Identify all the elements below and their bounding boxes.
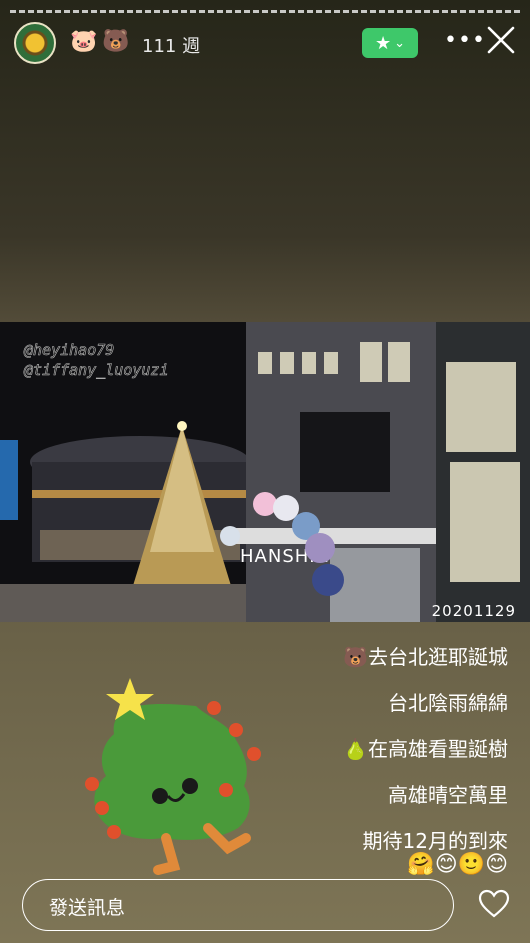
caption-emojis: 🤗😊🙂😊 [407,852,508,877]
story-header: 🐷 🐻 111 週 ★ ⌄ ••• [14,22,516,66]
chevron-down-icon: ⌄ [394,35,406,51]
reply-input[interactable]: 發送訊息 [22,879,454,931]
christmas-tree-sticker[interactable] [78,678,268,878]
profile-avatar[interactable] [14,22,56,64]
pig-emoji: 🐷 [70,29,98,54]
story-age: 111 週 [142,36,201,57]
watermark-handle-2: @tiffany_luoyuzi [24,361,169,380]
bear-emoji: 🐻 [102,29,130,54]
close-icon[interactable] [486,25,516,55]
story-progress-bar [10,10,520,13]
close-friends-button[interactable]: ★ ⌄ [362,28,418,58]
photo-watermark: @heyihao79 @tiffany_luoyuzi [24,340,169,380]
watermark-handle-1: @heyihao79 [24,341,115,360]
photo-date-stamp: 20201129 [431,602,516,620]
star-icon: ★ [374,32,392,54]
more-options-button[interactable]: ••• [444,28,486,53]
reply-placeholder: 發送訊息 [49,897,126,919]
heart-icon[interactable] [478,888,510,920]
story-photo: HANSHIN @heyihao79 @tiffany_luoyuzi 2020… [0,322,530,622]
